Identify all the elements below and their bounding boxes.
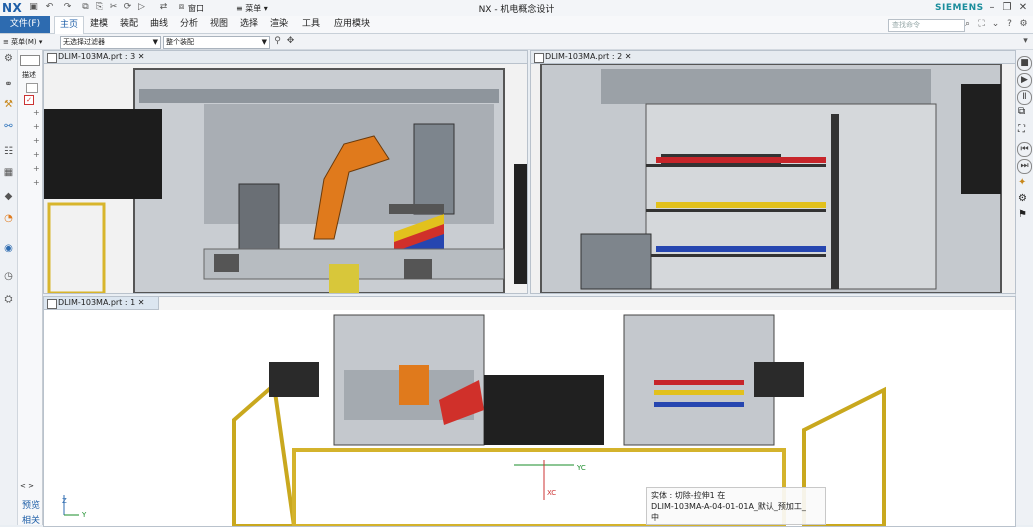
dependencies-section[interactable]: 相关 [22, 513, 40, 526]
viewport-tab-title: DLIM-103MA.prt : 3 [58, 52, 136, 61]
roles-icon[interactable]: ⛭ [2, 293, 15, 306]
tab-render[interactable]: 渲染 [266, 16, 292, 33]
tree-expand-icon[interactable]: + [33, 164, 40, 173]
fullscreen-icon[interactable]: ⛶ [976, 19, 987, 30]
viewport-bottom-main[interactable]: DLIM-103MA.prt : 1 ✕ YC XC Z Y 实体 : 切除-拉… [43, 296, 1016, 527]
viewport-tab[interactable]: DLIM-103MA.prt : 2 ✕ [531, 51, 1015, 64]
resource-bar-right [1015, 50, 1033, 525]
command-search-input[interactable]: 查找命令 [888, 19, 965, 32]
play-icon[interactable]: ▶ [1017, 73, 1032, 88]
settings-gear-icon[interactable]: ⚙ [2, 52, 15, 65]
hd3d-tools-icon[interactable]: ◆ [2, 190, 15, 203]
tab-modeling[interactable]: 建模 [86, 16, 112, 33]
filter-icon[interactable]: ⚲ [272, 36, 283, 47]
rewind-icon[interactable]: ⏮ [1017, 142, 1032, 157]
close-icon[interactable]: ✕ [138, 298, 145, 307]
tab-view[interactable]: 视图 [206, 16, 232, 33]
selection-scope-dropdown[interactable]: 整个装配 ▼ [163, 36, 270, 49]
minimize-icon[interactable]: – [985, 1, 999, 14]
tree-expand-icon[interactable]: + [33, 150, 40, 159]
tree-node-icon[interactable] [26, 83, 38, 93]
toolbar-options-icon[interactable]: ▾ [1020, 36, 1031, 47]
viewport-tab-title: DLIM-103MA.prt : 2 [545, 52, 623, 61]
viewport-top-right[interactable]: DLIM-103MA.prt : 2 ✕ [530, 50, 1016, 294]
part-file-icon [47, 299, 57, 309]
tooltip-line-1: 实体 : 切除-拉伸1 在 [651, 491, 726, 500]
snapshot-icon[interactable]: ⧉ [1018, 106, 1025, 117]
part-file-icon [534, 53, 544, 63]
part-navigator-icon[interactable]: ⚒ [2, 98, 15, 111]
navigator-column-description: 描述 [22, 71, 36, 79]
tag-icon[interactable]: ⚑ [1018, 209, 1027, 220]
viewport-tab[interactable]: DLIM-103MA.prt : 1 ✕ [44, 297, 159, 310]
clock-icon[interactable]: ◷ [2, 270, 15, 283]
tab-tools[interactable]: 工具 [298, 16, 324, 33]
tab-assembly[interactable]: 装配 [116, 16, 142, 33]
close-icon[interactable]: ✕ [138, 52, 145, 61]
stop-icon[interactable]: ■ [1017, 56, 1032, 71]
object-icon[interactable]: ⚙ [1018, 193, 1027, 204]
chevron-down-icon[interactable]: ⌄ [990, 19, 1001, 30]
search-icon[interactable]: ⌕ [962, 19, 973, 30]
tree-expand-icon[interactable]: + [33, 122, 40, 131]
settings-icon[interactable]: ⚙ [1018, 19, 1029, 30]
step-forward-icon[interactable]: ⏭ [1017, 159, 1032, 174]
tooltip-line-2: DLIM-103MA-A-04-01-01A_默认_预加工_ [651, 502, 806, 511]
selection-filter-value: 无选择过滤器 [63, 38, 105, 46]
viewport-top-left[interactable]: DLIM-103MA.prt : 3 ✕ [43, 50, 528, 294]
3d-scene-workcell-front [44, 64, 527, 293]
history-icon[interactable]: ◔ [2, 212, 15, 225]
navigator-restore-icon[interactable] [20, 55, 40, 66]
fit-view-icon[interactable]: ⛶ [1018, 124, 1025, 135]
constraint-navigator-icon[interactable]: ⚯ [2, 120, 15, 133]
assembly-navigator-icon[interactable]: ⚭ [2, 78, 15, 91]
menu-button[interactable]: ≡ 菜单(M) ▾ [3, 37, 42, 47]
3d-scene-workcell-iso [44, 310, 1015, 526]
axis-label-xc: XC [547, 489, 557, 497]
checkbox-icon[interactable]: ✓ [24, 95, 34, 105]
close-icon[interactable]: ✕ [625, 52, 632, 61]
help-icon[interactable]: ? [1004, 19, 1015, 30]
close-icon[interactable]: ✕ [1016, 1, 1030, 14]
reuse-library-icon[interactable]: ▦ [2, 166, 15, 179]
tab-select[interactable]: 选择 [236, 16, 262, 33]
navigator-scroll[interactable]: < > [20, 482, 34, 490]
tab-analysis[interactable]: 分析 [176, 16, 202, 33]
part-file-icon [47, 53, 57, 63]
tree-expand-icon[interactable]: + [33, 136, 40, 145]
axis-label-y: Y [82, 511, 87, 519]
pause-icon[interactable]: Ⅱ [1017, 90, 1032, 105]
siemens-brand: SIEMENS [935, 3, 984, 13]
viewport-tab-title: DLIM-103MA.prt : 1 [58, 298, 136, 307]
axis-label-yc: YC [577, 464, 586, 472]
selection-tooltip: 实体 : 切除-拉伸1 在 DLIM-103MA-A-04-01-01A_默认_… [646, 487, 826, 525]
tooltip-line-3: 中 [651, 513, 659, 522]
tab-applications[interactable]: 应用模块 [330, 16, 374, 33]
snap-icon[interactable]: ✥ [285, 36, 296, 47]
tree-expand-icon[interactable]: + [33, 108, 40, 117]
sequence-editor-icon[interactable]: ☷ [2, 145, 15, 158]
preview-section[interactable]: 预览 [22, 498, 40, 511]
3d-scene-workcell-side [531, 64, 1015, 293]
tab-home[interactable]: 主页 [54, 16, 84, 34]
viewport-tab[interactable]: DLIM-103MA.prt : 3 ✕ [44, 51, 527, 64]
file-menu-button[interactable]: 文件(F) [0, 16, 50, 33]
tab-curve[interactable]: 曲线 [146, 16, 172, 33]
tree-expand-icon[interactable]: + [33, 178, 40, 187]
selection-scope-value: 整个装配 [166, 38, 194, 46]
app-title: NX - 机电概念设计 [478, 5, 555, 15]
restore-icon[interactable]: ❐ [1000, 1, 1014, 14]
axis-label-z: Z [62, 497, 67, 505]
web-browser-icon[interactable]: ◉ [2, 242, 15, 255]
sensor-icon[interactable]: ✦ [1018, 177, 1026, 188]
selection-filter-dropdown[interactable]: 无选择过滤器 ▼ [60, 36, 161, 49]
